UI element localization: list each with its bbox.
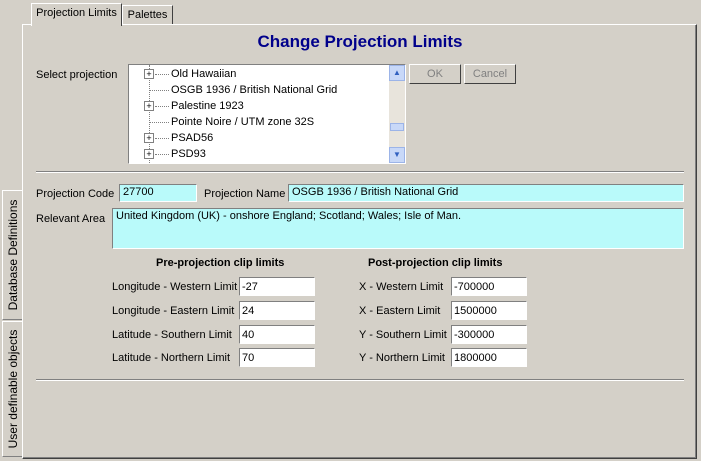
x-eastern-input[interactable]: 1500000 xyxy=(451,301,527,320)
longitude-eastern-input[interactable]: 24 xyxy=(239,301,315,320)
list-item[interactable]: + Old Hawaiian xyxy=(129,66,387,82)
latitude-northern-label: Latitude - Northern Limit xyxy=(112,352,230,364)
latitude-northern-input[interactable]: 70 xyxy=(239,348,315,367)
list-item[interactable]: OSGB 1936 / British National Grid xyxy=(129,82,387,98)
select-projection-label: Select projection xyxy=(36,69,118,81)
divider xyxy=(36,171,684,173)
relevant-area-label: Relevant Area xyxy=(36,213,106,225)
projection-code-field[interactable]: 27700 xyxy=(119,184,197,202)
latitude-southern-input[interactable]: 40 xyxy=(239,325,315,344)
side-tab-strip: Database Definitions User definable obje… xyxy=(0,0,24,461)
longitude-western-input[interactable]: -27 xyxy=(239,277,315,296)
expand-icon[interactable]: + xyxy=(144,149,154,159)
divider xyxy=(36,379,684,381)
latitude-southern-label: Latitude - Southern Limit xyxy=(112,329,232,341)
y-southern-label: Y - Southern Limit xyxy=(359,329,447,341)
projection-name-field[interactable]: OSGB 1936 / British National Grid xyxy=(288,184,684,202)
y-southern-input[interactable]: -300000 xyxy=(451,325,527,344)
x-eastern-label: X - Eastern Limit xyxy=(359,305,441,317)
projection-tree-list[interactable]: + Old Hawaiian OSGB 1936 / British Natio… xyxy=(128,64,406,164)
longitude-western-label: Longitude - Western Limit xyxy=(112,281,238,293)
post-projection-heading: Post-projection clip limits xyxy=(368,257,503,269)
tab-database-definitions[interactable]: Database Definitions xyxy=(2,190,23,320)
tab-user-definable-objects[interactable]: User definable objects xyxy=(2,321,23,457)
expand-icon[interactable]: + xyxy=(144,69,154,79)
scroll-thumb[interactable] xyxy=(390,123,404,131)
longitude-eastern-label: Longitude - Eastern Limit xyxy=(112,305,235,317)
list-item[interactable]: + Palestine 1923 xyxy=(129,98,387,114)
x-western-input[interactable]: -700000 xyxy=(451,277,527,296)
y-northern-label: Y - Northern Limit xyxy=(359,352,445,364)
list-item[interactable]: + PSD93 xyxy=(129,146,387,162)
tab-database-definitions-label: Database Definitions xyxy=(6,199,20,311)
pre-projection-heading: Pre-projection clip limits xyxy=(156,257,285,269)
expand-icon[interactable]: + xyxy=(144,133,154,143)
cancel-button[interactable]: Cancel xyxy=(464,64,516,84)
expand-icon[interactable]: + xyxy=(144,101,154,111)
scroll-up-icon[interactable]: ▲ xyxy=(389,65,405,81)
tab-projection-limits[interactable]: Projection Limits xyxy=(31,3,122,26)
projection-name-label: Projection Name xyxy=(204,188,286,200)
ok-button[interactable]: OK xyxy=(409,64,461,84)
tab-palettes[interactable]: Palettes xyxy=(122,5,173,25)
projection-code-label: Projection Code xyxy=(36,188,115,200)
relevant-area-field[interactable]: United Kingdom (UK) - onshore England; S… xyxy=(112,208,684,249)
tab-palettes-label: Palettes xyxy=(127,9,168,21)
y-northern-input[interactable]: 1800000 xyxy=(451,348,527,367)
list-scrollbar[interactable]: ▲ ▼ xyxy=(389,65,405,163)
tab-user-definable-objects-label: User definable objects xyxy=(6,329,20,449)
x-western-label: X - Western Limit xyxy=(359,281,444,293)
page-title: Change Projection Limits xyxy=(257,32,463,51)
list-item[interactable]: Pointe Noire / UTM zone 32S xyxy=(129,114,387,130)
tab-projection-limits-label: Projection Limits xyxy=(36,7,117,19)
scroll-down-icon[interactable]: ▼ xyxy=(389,147,405,163)
list-item[interactable]: + PSAD56 xyxy=(129,130,387,146)
